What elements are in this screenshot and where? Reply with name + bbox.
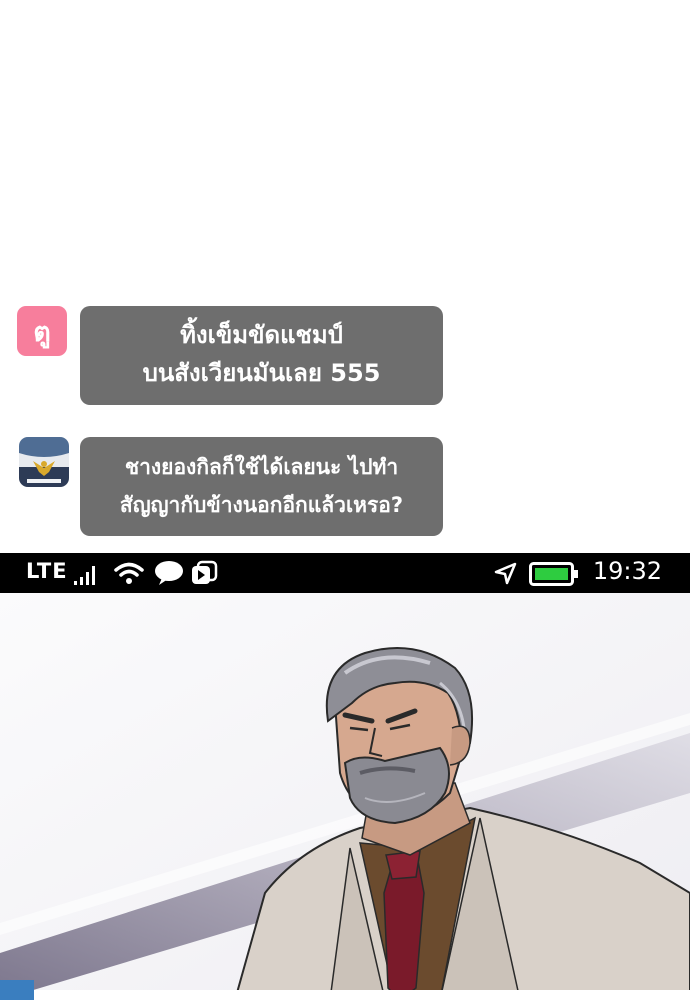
- eagle-emblem-avatar-icon: [19, 437, 69, 487]
- status-time: 19:32: [592, 557, 662, 585]
- chat-area: ตู ทิ้งเข็มขัดแชมป์ บนสังเวียนมันเลย 555…: [0, 0, 690, 553]
- wifi-icon: [114, 562, 144, 584]
- network-type: LTE: [26, 559, 68, 583]
- comic-panel: [0, 593, 690, 1000]
- signal-icon: [74, 566, 95, 585]
- battery-icon: [529, 562, 578, 586]
- message-2-line-1: ชางยองกิลก็ใช้ได้เลยนะ ไปทำ: [124, 455, 399, 479]
- message-1-line-1: ทิ้งเข็มขัดแชมป์: [180, 321, 343, 349]
- chat-icon: [155, 561, 183, 585]
- message-2-line-2: สัญญากับข้างนอกอีกแล้วเหรอ?: [119, 493, 404, 517]
- message-bubble-2: ชางยองกิลก็ใช้ได้เลยนะ ไปทำ สัญญากับข้าง…: [80, 437, 443, 536]
- location-icon: [494, 562, 517, 585]
- status-bar: LTE 19:32: [0, 553, 690, 593]
- avatar-glyph: ตู: [33, 316, 51, 348]
- message-bubble-1: ทิ้งเข็มขัดแชมป์ บนสังเวียนมันเลย 555: [80, 306, 443, 405]
- sender-avatar-2[interactable]: [19, 437, 69, 487]
- sender-avatar-1[interactable]: ตู: [17, 306, 67, 356]
- message-1-line-2: บนสังเวียนมันเลย 555: [142, 359, 381, 387]
- bearded-man-illustration: [0, 593, 690, 1000]
- media-icon: [192, 560, 218, 584]
